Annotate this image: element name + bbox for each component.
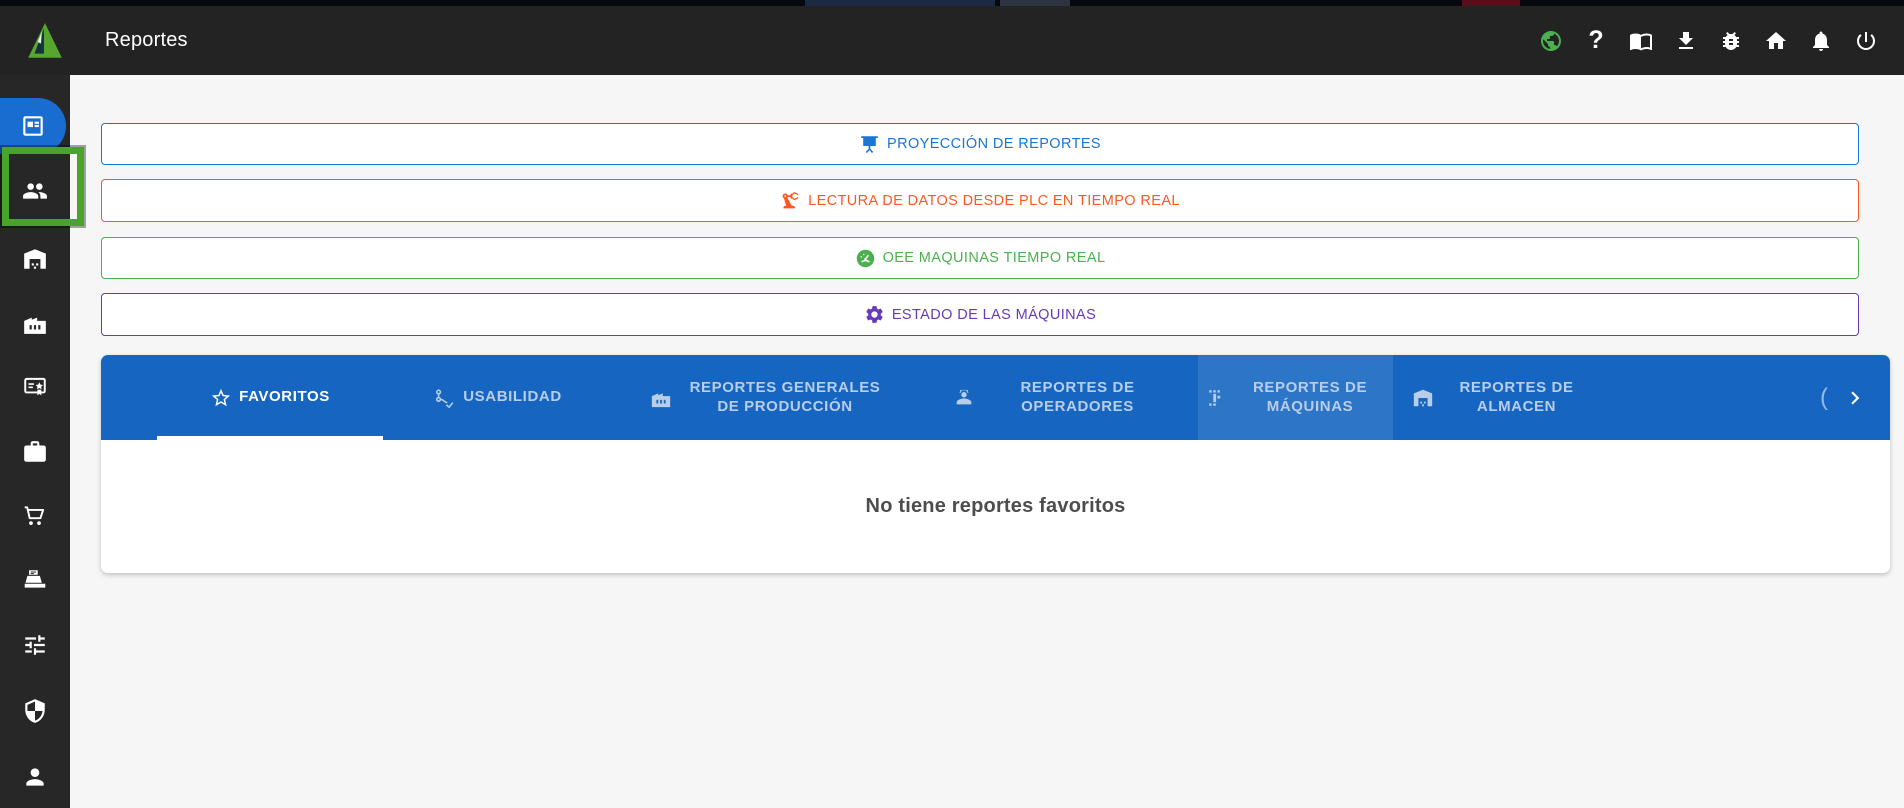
tab-reportes-maquinas[interactable]: REPORTES DE MÁQUINAS bbox=[1198, 355, 1393, 440]
tab-label: FAVORITOS bbox=[239, 388, 330, 406]
tab-usabilidad[interactable]: USABILIDAD bbox=[383, 355, 613, 440]
manual-book-icon[interactable] bbox=[1629, 29, 1653, 53]
tab-label: USABILIDAD bbox=[463, 388, 562, 406]
empty-favorites-message: No tiene reportes favoritos bbox=[865, 495, 1126, 517]
sidebar-item-recursos-humanos[interactable] bbox=[0, 167, 70, 215]
shopping-cart-icon bbox=[22, 503, 48, 529]
sidebar-item-almacen[interactable] bbox=[0, 235, 70, 283]
factory-icon bbox=[650, 387, 672, 409]
tune-icon bbox=[22, 632, 48, 658]
tab-favoritos[interactable]: FAVORITOS bbox=[157, 355, 383, 440]
favorites-panel: No tiene reportes favoritos bbox=[101, 440, 1890, 573]
banner-lectura-plc[interactable]: LECTURA DE DATOS DESDE PLC EN TIEMPO REA… bbox=[101, 179, 1859, 222]
help-icon[interactable]: ? bbox=[1584, 28, 1608, 53]
app-logo-icon bbox=[28, 23, 62, 58]
home-icon[interactable] bbox=[1764, 29, 1788, 53]
machine-icon bbox=[1206, 387, 1228, 409]
download-icon[interactable] bbox=[1674, 29, 1698, 53]
tab-label: REPORTES GENERALES DE PRODUCCIÓN bbox=[689, 378, 881, 415]
cash-register-icon bbox=[22, 567, 48, 593]
tab-reportes-generales-produccion[interactable]: REPORTES GENERALES DE PRODUCCIÓN bbox=[613, 355, 928, 440]
sidebar-item-produccion[interactable] bbox=[0, 299, 70, 347]
tab-reportes-almacen[interactable]: REPORTES DE ALMACEN bbox=[1393, 355, 1611, 440]
gear-icon bbox=[864, 304, 885, 325]
robot-arm-icon bbox=[780, 190, 801, 211]
banner-label: PROYECCIÓN DE REPORTES bbox=[887, 136, 1101, 152]
banner-oee-maquinas[interactable]: OEE MAQUINAS TIEMPO REAL bbox=[101, 237, 1859, 279]
shield-icon bbox=[22, 698, 48, 724]
banner-label: OEE MAQUINAS TIEMPO REAL bbox=[882, 250, 1106, 266]
tab-label: REPORTES DE ALMACEN bbox=[1459, 378, 1574, 415]
sidebar-item-reportes[interactable] bbox=[0, 98, 66, 154]
tab-scroll-left[interactable]: ( bbox=[1820, 355, 1828, 440]
tab-reportes-operadores[interactable]: REPORTES DE OPERADORES bbox=[928, 355, 1198, 440]
sidebar-item-usuario[interactable] bbox=[0, 753, 70, 801]
sidebar-item-negocios[interactable] bbox=[0, 428, 70, 476]
sidebar-item-seguridad[interactable] bbox=[0, 687, 70, 735]
chevron-right-icon[interactable] bbox=[1842, 355, 1868, 440]
bug-report-icon[interactable] bbox=[1719, 29, 1743, 53]
sidebar-item-punto-de-venta[interactable] bbox=[0, 556, 70, 604]
warehouse-icon bbox=[1412, 387, 1434, 409]
star-icon bbox=[210, 387, 232, 409]
banner-proyeccion-de-reportes[interactable]: PROYECCIÓN DE REPORTES bbox=[101, 123, 1859, 165]
sidebar-item-ajustes[interactable] bbox=[0, 621, 70, 669]
report-tabs: FAVORITOS USABILIDAD REPORTES GENERALES … bbox=[101, 355, 1890, 440]
globe-icon[interactable] bbox=[1539, 29, 1563, 53]
tab-label: REPORTES DE OPERADORES bbox=[1020, 378, 1135, 415]
usability-icon bbox=[434, 387, 456, 409]
factory-icon bbox=[22, 310, 48, 336]
tab-label: REPORTES DE MÁQUINAS bbox=[1252, 378, 1368, 415]
briefcase-icon bbox=[22, 439, 48, 465]
app-header: Reportes ? bbox=[0, 6, 1904, 75]
sidebar-item-certificados[interactable] bbox=[0, 363, 70, 411]
operator-icon bbox=[953, 387, 975, 409]
banner-label: ESTADO DE LAS MÁQUINAS bbox=[891, 306, 1097, 323]
report-panel-icon bbox=[20, 113, 46, 139]
reports-card: FAVORITOS USABILIDAD REPORTES GENERALES … bbox=[101, 355, 1890, 573]
gauge-icon bbox=[855, 248, 876, 269]
person-icon bbox=[22, 764, 48, 790]
card-star-icon bbox=[22, 374, 48, 400]
banner-label: LECTURA DE DATOS DESDE PLC EN TIEMPO REA… bbox=[808, 192, 1180, 209]
warehouse-icon bbox=[22, 246, 48, 272]
page-title: Reportes bbox=[105, 29, 188, 51]
sidebar-nav bbox=[0, 6, 70, 808]
projection-screen-icon bbox=[859, 134, 880, 155]
people-icon bbox=[22, 178, 48, 204]
header-icon-row: ? bbox=[1539, 6, 1878, 75]
banner-estado-maquinas[interactable]: ESTADO DE LAS MÁQUINAS bbox=[101, 293, 1859, 336]
sidebar-item-compras[interactable] bbox=[0, 492, 70, 540]
power-icon[interactable] bbox=[1854, 29, 1878, 53]
notifications-icon[interactable] bbox=[1809, 29, 1833, 53]
main-content: PROYECCIÓN DE REPORTES LECTURA DE DATOS … bbox=[70, 75, 1904, 808]
